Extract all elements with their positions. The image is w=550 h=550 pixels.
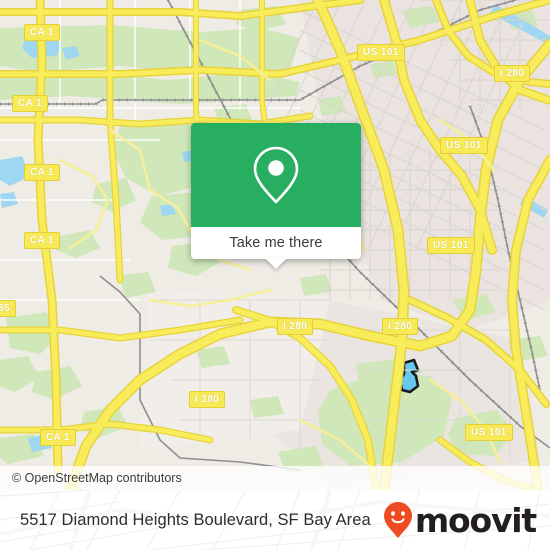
map-pin-icon xyxy=(253,146,299,204)
map-canvas[interactable]: CA 1 CA 1 CA 1 CA 1 CA 1 35 US 101 US 10… xyxy=(0,0,550,490)
shield-ca1[interactable]: CA 1 xyxy=(24,232,61,249)
osm-attribution[interactable]: © OpenStreetMap contributors xyxy=(0,466,550,490)
shield-ca1[interactable]: CA 1 xyxy=(24,164,61,181)
shield-us101[interactable]: US 101 xyxy=(357,44,405,61)
shield-ca1[interactable]: CA 1 xyxy=(24,24,61,41)
shield-ca1[interactable]: CA 1 xyxy=(40,429,77,446)
location-title-wrap: 5517 Diamond Heights Boulevard, SF Bay A… xyxy=(20,490,371,550)
moovit-brand[interactable]: moovit xyxy=(383,490,537,550)
shield-35[interactable]: 35 xyxy=(0,300,16,317)
card-pointer xyxy=(265,258,287,269)
take-me-there-label: Take me there xyxy=(229,235,323,251)
moovit-smiley-pin-icon xyxy=(383,502,412,538)
moovit-wordmark: moovit xyxy=(414,500,537,540)
osm-attribution-text: © OpenStreetMap contributors xyxy=(12,471,182,485)
shield-us101[interactable]: US 101 xyxy=(440,137,488,154)
shield-i280[interactable]: I 280 xyxy=(277,318,314,335)
card-icon-area xyxy=(191,123,361,227)
shield-i280[interactable]: I 280 xyxy=(382,318,419,335)
shield-us101[interactable]: US 101 xyxy=(427,237,475,254)
card-action-area[interactable]: Take me there xyxy=(191,227,361,259)
footer-bar: 5517 Diamond Heights Boulevard, SF Bay A… xyxy=(0,490,550,550)
location-title: 5517 Diamond Heights Boulevard, SF Bay A… xyxy=(20,510,371,529)
shield-i280[interactable]: I 280 xyxy=(494,65,531,82)
take-me-there-card[interactable]: Take me there xyxy=(191,123,361,269)
shield-i280[interactable]: I 280 xyxy=(189,391,226,408)
map-screenshot: CA 1 CA 1 CA 1 CA 1 CA 1 35 US 101 US 10… xyxy=(0,0,550,550)
shield-ca1[interactable]: CA 1 xyxy=(12,95,49,112)
shield-us101[interactable]: US 101 xyxy=(465,424,513,441)
